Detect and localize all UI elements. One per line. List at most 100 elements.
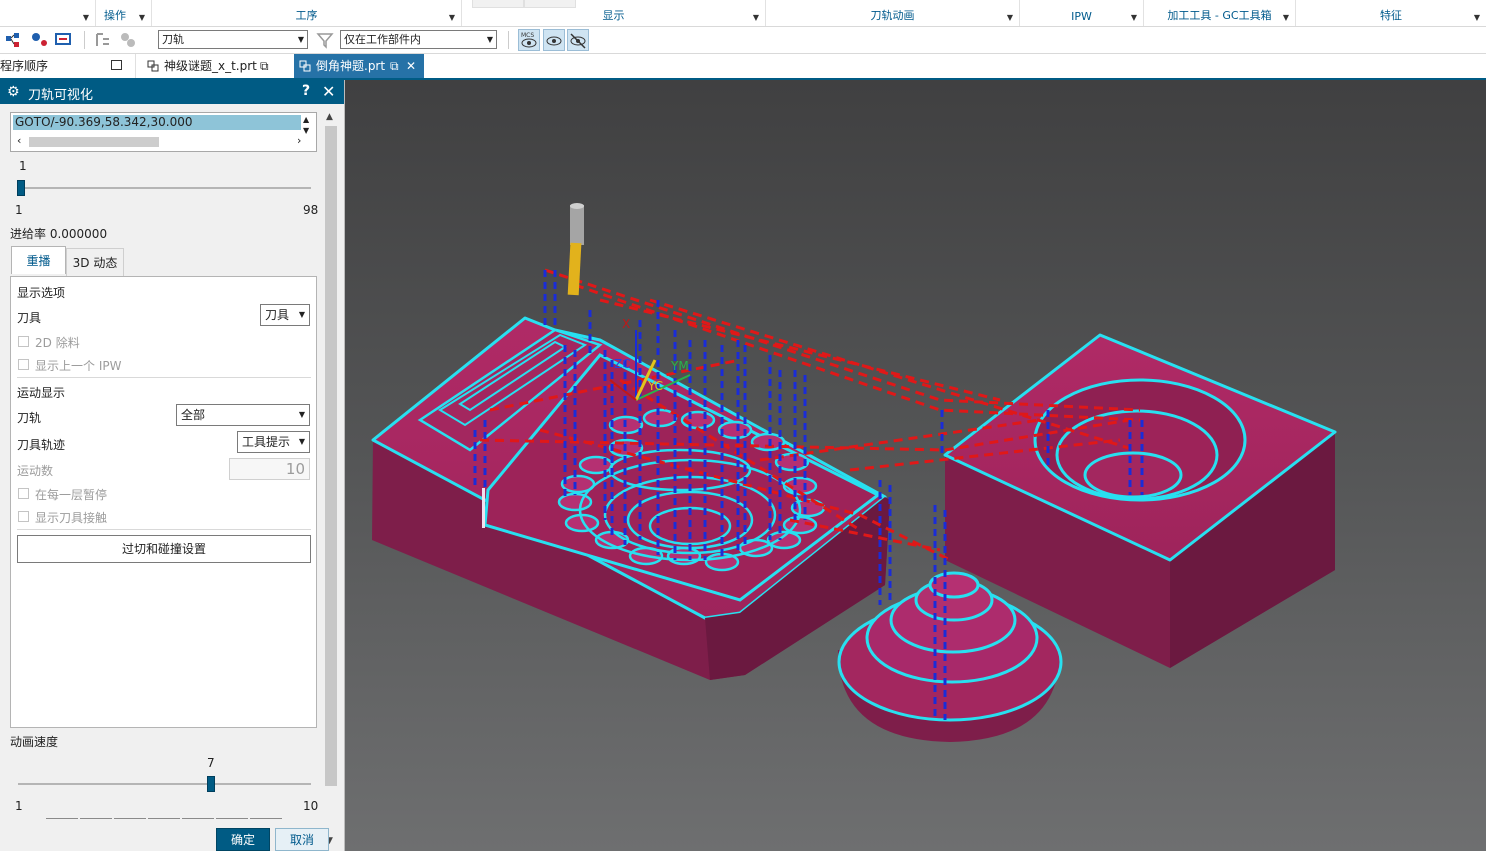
toolpath-listing[interactable]: GOTO/-90.369,58.342,30.000 ▲ ▼ ‹ › bbox=[10, 112, 317, 152]
ribbon-group-bar: ▼ 操作 ▼ 工序 ▼ 显示 ▼ 刀轨动画 ▼ IPW ▼ 加工工具 - GC工… bbox=[0, 0, 1486, 27]
scroll-right-icon[interactable]: › bbox=[297, 134, 301, 147]
feed-rate-label: 进给率 0.000000 bbox=[10, 227, 108, 241]
toolpath-line-selected[interactable]: GOTO/-90.369,58.342,30.000 bbox=[13, 115, 301, 130]
scope-filter-select[interactable]: 仅在工作部件内 ▼ bbox=[340, 30, 497, 49]
part-file-icon bbox=[299, 60, 311, 72]
ribbon-group-feature[interactable]: 特征 ▼ bbox=[1296, 0, 1486, 26]
mcs-visibility-toggle[interactable]: MCS bbox=[518, 29, 540, 51]
chevron-down-icon[interactable]: ▼ bbox=[753, 13, 759, 22]
scroll-up-icon[interactable]: ▲ bbox=[326, 112, 333, 122]
chevron-down-icon[interactable]: ▼ bbox=[83, 13, 89, 22]
toolpath-nodes bbox=[482, 488, 485, 528]
mcs-eye-icon: MCS bbox=[521, 32, 537, 48]
speed-slider-min: 1 bbox=[15, 799, 23, 813]
replay-tab-panel: 显示选项 刀具 刀具 ▼ 2D 除料 显示上一个 IPW 运动显示 刀轨 全部 ▼ … bbox=[10, 276, 317, 728]
eye-slash-icon bbox=[570, 33, 586, 49]
chevron-down-icon: ▼ bbox=[298, 437, 305, 446]
toolpath-select[interactable]: 全部 ▼ bbox=[176, 404, 310, 426]
close-icon[interactable]: ✕ bbox=[406, 54, 416, 78]
speed-slider-track[interactable] bbox=[18, 783, 311, 785]
cancel-button[interactable]: 取消 bbox=[275, 828, 329, 851]
chevron-down-icon[interactable]: ▼ bbox=[139, 13, 145, 22]
help-button[interactable]: ? bbox=[302, 83, 310, 99]
group-view-icon[interactable] bbox=[118, 30, 138, 50]
scroll-left-icon[interactable]: ‹ bbox=[17, 134, 21, 147]
step-slider-track[interactable] bbox=[18, 187, 311, 189]
machine-tool-view-icon[interactable] bbox=[30, 30, 50, 50]
tool-trace-label: 刀具轨迹 bbox=[17, 438, 66, 452]
chevron-down-icon[interactable]: ▼ bbox=[1283, 13, 1289, 22]
display-options-heading: 显示选项 bbox=[17, 286, 66, 300]
horizontal-scrollbar[interactable]: ‹ › bbox=[13, 134, 309, 149]
show-toggle[interactable] bbox=[543, 29, 565, 51]
dialog-titlebar[interactable]: ⚙ 刀轨可视化 ? ✕ bbox=[0, 80, 344, 104]
gear-icon: ⚙ bbox=[7, 84, 20, 100]
chevron-down-icon[interactable]: ▼ bbox=[449, 13, 455, 22]
ribbon-group-toolpath-animation[interactable]: 刀轨动画 ▼ bbox=[766, 0, 1020, 26]
navigator-tab[interactable]: 程序顺序 bbox=[0, 54, 136, 78]
pause-each-layer-label: 在每一层暂停 bbox=[35, 488, 108, 502]
file-tab-chamfer[interactable]: 倒角神题.prt ⧉ ✕ bbox=[294, 54, 424, 78]
gouge-collision-settings-button[interactable]: 过切和碰撞设置 bbox=[17, 535, 311, 563]
scroll-down-icon[interactable]: ▼ bbox=[303, 126, 309, 135]
geometry-view-icon[interactable] bbox=[54, 30, 74, 50]
pause-each-layer-checkbox[interactable] bbox=[18, 488, 29, 499]
dialog-scrollbar[interactable]: ▲ ▼ bbox=[323, 110, 340, 850]
tool-select[interactable]: 刀具 ▼ bbox=[260, 304, 310, 326]
method-view-icon[interactable] bbox=[94, 30, 114, 50]
zc-axis-label: ZC bbox=[614, 357, 631, 371]
motion-count-label: 运动数 bbox=[17, 464, 54, 478]
filter-icon[interactable] bbox=[315, 30, 335, 50]
chevron-down-icon: ▼ bbox=[298, 410, 305, 419]
speed-ticks bbox=[46, 818, 282, 819]
step-slider-knob[interactable] bbox=[17, 180, 25, 196]
section-divider bbox=[17, 377, 311, 378]
yc-axis-label: YC bbox=[647, 379, 663, 393]
chevron-down-icon[interactable]: ▼ bbox=[1131, 13, 1137, 22]
ribbon-group-operation[interactable]: 操作 ▼ bbox=[96, 0, 152, 26]
tab-3d-dynamic[interactable]: 3D 动态 bbox=[66, 248, 124, 276]
2d-stock-checkbox[interactable] bbox=[18, 336, 29, 347]
external-link-icon[interactable]: ⧉ bbox=[260, 54, 269, 78]
ribbon-group-process[interactable]: 工序 ▼ bbox=[152, 0, 462, 26]
x-axis-label: X bbox=[622, 317, 630, 331]
dialog-title: 刀轨可视化 bbox=[28, 88, 94, 103]
tool-trace-select[interactable]: 工具提示 ▼ bbox=[237, 431, 310, 453]
speed-slider-current: 7 bbox=[207, 756, 215, 770]
type-filter-select[interactable]: 刀轨 ▼ bbox=[158, 30, 308, 49]
motion-count-input[interactable]: 10 bbox=[229, 458, 310, 480]
tab-replay[interactable]: 重播 bbox=[11, 246, 66, 274]
scroll-up-icon[interactable]: ▲ bbox=[303, 115, 309, 124]
program-view-icon[interactable] bbox=[4, 30, 24, 50]
toolpath-label: 刀轨 bbox=[17, 411, 42, 425]
external-link-icon[interactable]: ⧉ bbox=[390, 54, 399, 78]
maximize-icon[interactable] bbox=[111, 60, 122, 70]
speed-slider-max: 10 bbox=[303, 799, 319, 813]
ribbon-group-0[interactable]: ▼ bbox=[0, 0, 96, 26]
hide-toggle[interactable] bbox=[567, 29, 589, 51]
document-tab-bar: 程序顺序 神级谜题_x_t.prt ⧉ 倒角神题.prt ⧉ ✕ bbox=[0, 54, 1486, 78]
tool-label: 刀具 bbox=[17, 311, 42, 325]
scroll-thumb[interactable] bbox=[325, 126, 337, 786]
file-tab-puzzle[interactable]: 神级谜题_x_t.prt ⧉ bbox=[142, 54, 290, 78]
prev-ipw-checkbox[interactable] bbox=[18, 359, 29, 370]
scroll-thumb[interactable] bbox=[29, 137, 159, 147]
svg-text:MCS: MCS bbox=[521, 32, 534, 39]
chevron-down-icon[interactable]: ▼ bbox=[1474, 13, 1480, 22]
toolpath-visualization-dialog: ⚙ 刀轨可视化 ? ✕ ▲ ▼ GOTO/-90.369,58.342,30.0… bbox=[0, 80, 345, 851]
graphics-viewport[interactable]: ZC YM YC X bbox=[345, 80, 1486, 851]
part-file-icon bbox=[147, 60, 159, 72]
chevron-down-icon: ▼ bbox=[486, 35, 493, 44]
step-slider-max: 98 bbox=[303, 203, 319, 217]
ribbon-group-display[interactable]: 显示 ▼ bbox=[462, 0, 766, 26]
speed-slider-knob[interactable] bbox=[207, 776, 215, 792]
show-tool-contact-checkbox[interactable] bbox=[18, 511, 29, 522]
close-button[interactable]: ✕ bbox=[322, 82, 335, 101]
ribbon-group-ipw[interactable]: IPW ▼ bbox=[1020, 0, 1144, 26]
chevron-down-icon[interactable]: ▼ bbox=[1007, 13, 1013, 22]
eye-icon bbox=[546, 36, 562, 46]
selection-toolbar: 刀轨 ▼ 仅在工作部件内 ▼ MCS bbox=[0, 27, 1486, 54]
ribbon-group-gc-toolbox[interactable]: 加工工具 - GC工具箱 ▼ bbox=[1144, 0, 1296, 26]
ok-button[interactable]: 确定 bbox=[216, 828, 270, 851]
prev-ipw-label: 显示上一个 IPW bbox=[35, 359, 122, 373]
